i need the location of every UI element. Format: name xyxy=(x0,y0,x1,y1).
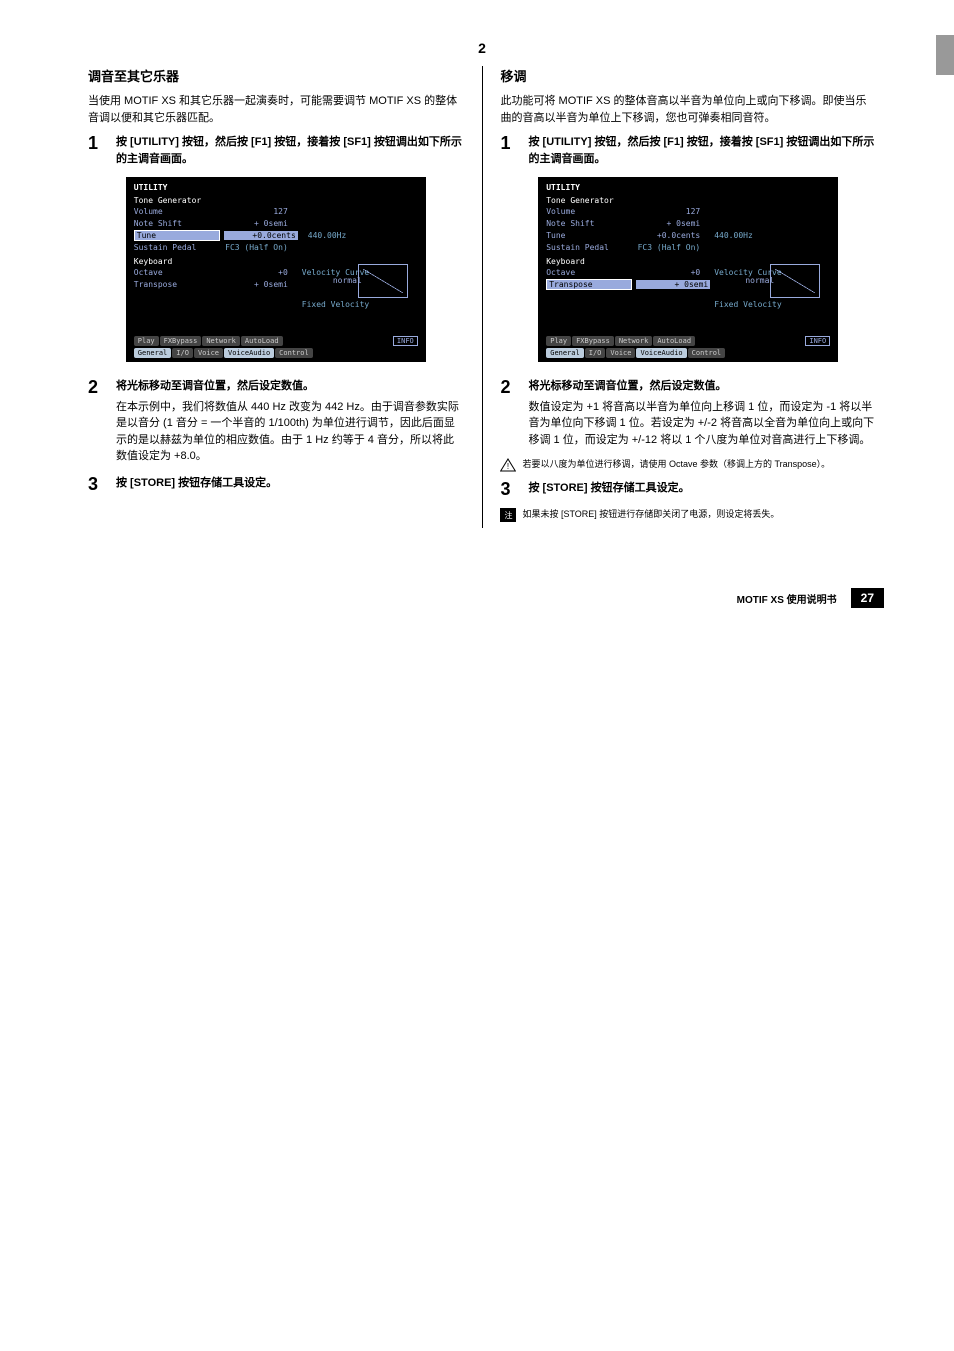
left-step1-head: 按 [UTILITY] 按钮，然后按 [F1] 按钮，接着按 [SF1] 按钮调… xyxy=(116,134,464,167)
caution-block: ! 若要以八度为单位进行移调，请使用 Octave 参数（移调上方的 Trans… xyxy=(500,458,876,472)
step-number: 2 xyxy=(500,378,528,448)
step-number: 1 xyxy=(88,134,116,167)
column-divider xyxy=(482,66,483,528)
caution-text: 若要以八度为单位进行移调，请使用 Octave 参数（移调上方的 Transpo… xyxy=(522,458,830,472)
left-step-1: 1 按 [UTILITY] 按钮，然后按 [F1] 按钮，接着按 [SF1] 按… xyxy=(88,134,464,167)
left-step-2: 2 将光标移动至调音位置，然后设定数值。 在本示例中，我们将数值从 440 Hz… xyxy=(88,378,464,465)
left-step2-head: 将光标移动至调音位置，然后设定数值。 xyxy=(116,378,464,395)
right-step2-head: 将光标移动至调音位置，然后设定数值。 xyxy=(528,378,876,395)
page-footer: MOTIF XS 使用说明书 27 xyxy=(80,588,884,608)
left-heading: 调音至其它乐器 xyxy=(88,66,464,85)
right-step1-head: 按 [UTILITY] 按钮，然后按 [F1] 按钮，接着按 [SF1] 按钮调… xyxy=(528,134,876,167)
lcd-screenshot-right: UTILITY Tone Generator Volume127 Note Sh… xyxy=(538,177,838,362)
right-heading: 移调 xyxy=(500,66,876,85)
right-step-1: 1 按 [UTILITY] 按钮，然后按 [F1] 按钮，接着按 [SF1] 按… xyxy=(500,134,876,167)
lcd-title: UTILITY xyxy=(134,183,418,192)
velocity-curve-graph xyxy=(770,264,820,298)
right-step-3: 3 按 [STORE] 按钮存储工具设定。 xyxy=(500,480,876,498)
right-column: 移调 此功能可将 MOTIF XS 的整体音高以半音为单位向上或向下移调。即使当… xyxy=(492,66,884,528)
section-number: 2 xyxy=(80,40,884,56)
lcd-screenshot-left: UTILITY Tone Generator Volume127 Note Sh… xyxy=(126,177,426,362)
step-number: 2 xyxy=(88,378,116,465)
left-step2-para: 在本示例中，我们将数值从 440 Hz 改变为 442 Hz。由于调音参数实际是… xyxy=(116,399,464,465)
footer-title: MOTIF XS 使用说明书 xyxy=(737,591,837,606)
velocity-curve-graph xyxy=(358,264,408,298)
svg-text:!: ! xyxy=(507,462,509,471)
side-tab xyxy=(936,35,954,75)
left-intro: 当使用 MOTIF XS 和其它乐器一起演奏时，可能需要调节 MOTIF XS … xyxy=(88,93,464,126)
right-intro: 此功能可将 MOTIF XS 的整体音高以半音为单位向上或向下移调。即使当乐曲的… xyxy=(500,93,876,126)
right-step-2: 2 将光标移动至调音位置，然后设定数值。 数值设定为 +1 将音高以半音为单位向… xyxy=(500,378,876,448)
step-number: 3 xyxy=(88,475,116,493)
right-step3-head: 按 [STORE] 按钮存储工具设定。 xyxy=(528,480,876,498)
note-icon: 注 xyxy=(500,508,516,522)
step-number: 3 xyxy=(500,480,528,498)
lcd-title: UTILITY xyxy=(546,183,830,192)
warning-icon: ! xyxy=(500,458,516,472)
left-step3-head: 按 [STORE] 按钮存储工具设定。 xyxy=(116,475,464,493)
step-number: 1 xyxy=(500,134,528,167)
page-number: 27 xyxy=(851,588,884,608)
left-step-3: 3 按 [STORE] 按钮存储工具设定。 xyxy=(88,475,464,493)
left-column: 调音至其它乐器 当使用 MOTIF XS 和其它乐器一起演奏时，可能需要调节 M… xyxy=(80,66,472,528)
note-text: 如果未按 [STORE] 按钮进行存储即关闭了电源，则设定将丢失。 xyxy=(522,508,779,522)
right-step2-para: 数值设定为 +1 将音高以半音为单位向上移调 1 位，而设定为 -1 将以半音为… xyxy=(528,399,876,449)
lcd-section: Tone Generator xyxy=(134,196,418,205)
note-block: 注 如果未按 [STORE] 按钮进行存储即关闭了电源，则设定将丢失。 xyxy=(500,508,876,522)
